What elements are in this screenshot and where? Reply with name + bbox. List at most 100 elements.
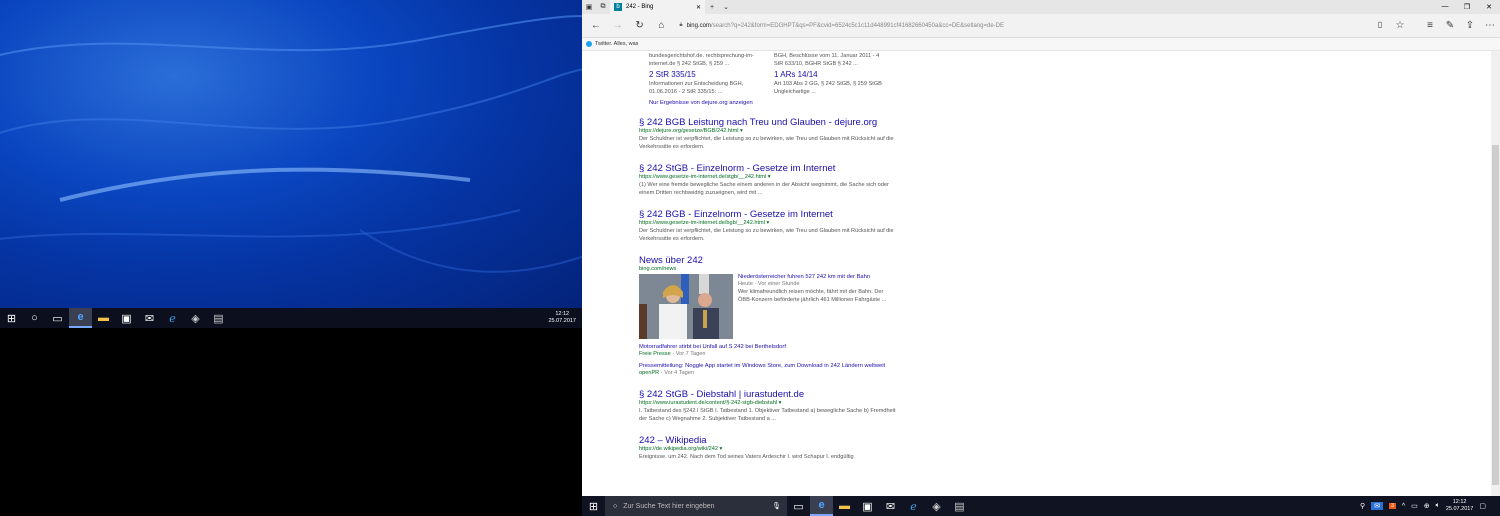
news-image[interactable]: [639, 274, 733, 339]
result-url: https://www.gesetze-im-internet.de/stgb/…: [639, 174, 767, 180]
favorite-link[interactable]: Twitter. Alles, was: [595, 41, 638, 47]
result-title[interactable]: § 242 BGB - Einzelnorm - Gesetze im Inte…: [639, 209, 899, 220]
more-icon[interactable]: ⋯: [1480, 20, 1500, 31]
news-item: Pressemitteilung: Noggle App startet im …: [639, 363, 899, 377]
windows-start-icon[interactable]: ⊞: [0, 308, 23, 328]
tab-title: 242 - Bing: [626, 4, 654, 10]
clock-time: 12:12: [1452, 499, 1467, 505]
twitter-icon: [586, 41, 592, 47]
store-icon[interactable]: ▣: [115, 308, 138, 328]
dejure-card-text: Art 103 Abs 2 GG, § 242 StGB, § 259 StGB…: [774, 81, 882, 95]
reading-view-icon[interactable]: ▯: [1370, 20, 1390, 31]
windows-start-icon[interactable]: ⊞: [582, 496, 605, 516]
task-view-icon[interactable]: ▭: [787, 496, 810, 516]
close-window-icon[interactable]: ✕: [1478, 3, 1500, 11]
edge-icon[interactable]: e: [69, 308, 92, 328]
edge-icon[interactable]: e: [810, 496, 833, 516]
refresh-icon[interactable]: ↻: [630, 20, 650, 31]
tab-preview-icon[interactable]: ⌄: [719, 3, 733, 11]
result-snippet: Der Schuldner ist verpflichtet, die Leis…: [639, 228, 894, 242]
taskbar-clock[interactable]: 12:12 25.07.2017: [1446, 499, 1474, 513]
desktop-wallpaper: [0, 0, 582, 308]
news-item-age: Vor 7 Tagen: [675, 351, 706, 357]
clock-date: 25.07.2017: [1445, 506, 1474, 512]
tab-bar: ▣ ⧉ b 242 - Bing ✕ + ⌄ — ❐ ✕: [582, 0, 1500, 14]
minimize-icon[interactable]: —: [1434, 3, 1456, 11]
scrollbar-thumb[interactable]: [1492, 145, 1499, 485]
news-item-source: openPR: [639, 370, 660, 376]
tabs-aside-icon[interactable]: ▣: [582, 3, 596, 11]
mail-icon[interactable]: ✉: [138, 308, 161, 328]
dejure-cards: bundesgerichtshof.de. rechtsprechung-im-…: [649, 52, 899, 96]
new-tab-icon[interactable]: +: [705, 4, 719, 11]
file-explorer-icon[interactable]: ▬: [833, 496, 856, 516]
show-tabs-icon[interactable]: ⧉: [596, 3, 610, 11]
news-item-link[interactable]: Pressemitteilung: Noggle App startet im …: [639, 363, 899, 370]
result-snippet: I. Tatbestand des §242 I StGB I. Tatbest…: [639, 408, 896, 422]
network-icon[interactable]: ⊕: [1424, 502, 1430, 510]
notepad-icon[interactable]: ▤: [207, 308, 230, 328]
hub-icon[interactable]: ≡: [1420, 20, 1440, 31]
edge-browser-window: ▣ ⧉ b 242 - Bing ✕ + ⌄ — ❐ ✕ ← → ↻ ⌂ 🔒︎ …: [582, 0, 1500, 496]
close-tab-icon[interactable]: ✕: [696, 4, 705, 11]
outlook-icon[interactable]: ✉: [1371, 502, 1384, 510]
web-note-icon[interactable]: ✎: [1440, 20, 1460, 31]
result-item: § 242 StGB - Diebstahl | iurastudent.de …: [639, 389, 899, 423]
search-icon[interactable]: ⚲: [1360, 502, 1365, 510]
black-region: [0, 328, 582, 516]
favorites-bar: Twitter. Alles, was: [582, 38, 1500, 51]
keyboard-icon[interactable]: ▭: [1411, 502, 1418, 510]
news-item-age: Vor 4 Tagen: [664, 370, 694, 376]
notepad-icon[interactable]: ▤: [948, 496, 971, 516]
clock-date: 25.07.2017: [548, 318, 576, 324]
dejure-top-right: BGH, Beschlüsse vom 11. Januar 2011 - 4 …: [774, 53, 880, 67]
cortana-circle-icon[interactable]: ○: [23, 308, 46, 328]
share-icon[interactable]: ⇪: [1460, 20, 1480, 31]
right-taskbar: ⊞ ○ Zur Suche Text hier eingeben 🎙︎ ▭ e …: [582, 496, 1500, 516]
task-view-icon[interactable]: ▭: [46, 308, 69, 328]
tab-active[interactable]: b 242 - Bing ✕: [610, 0, 705, 14]
url-path: /search?q=242&form=EDGHPT&qs=PF&cvid=652…: [710, 22, 1005, 29]
store-icon[interactable]: ▣: [856, 496, 879, 516]
mail-icon[interactable]: ✉: [879, 496, 902, 516]
address-bar[interactable]: 🔒︎ bing.com/search?q=242&form=EDGHPT&qs=…: [673, 17, 1368, 35]
result-item: 242 – Wikipedia https://de.wikipedia.org…: [639, 435, 899, 461]
news-main-link[interactable]: Niederösterreicher fuhren 527 242 km mit…: [738, 274, 888, 281]
result-url: https://de.wikipedia.org/wiki/242: [639, 446, 718, 452]
ie-icon[interactable]: ℯ: [161, 308, 184, 328]
news-main-snippet: Wer klimafreundlich reisen möchte, fährt…: [738, 289, 887, 303]
microphone-icon[interactable]: 🎙︎: [772, 502, 787, 510]
volume-icon[interactable]: 🔈︎: [1436, 502, 1440, 510]
app-icon[interactable]: ◈: [925, 496, 948, 516]
forward-icon[interactable]: →: [608, 20, 628, 31]
news-title[interactable]: News über 242: [639, 255, 899, 266]
favorite-star-icon[interactable]: ☆: [1390, 20, 1410, 31]
left-taskbar: ⊞ ○ ▭ e ▬ ▣ ✉ ℯ ◈ ▤ 12:12 25.07.2017: [0, 308, 582, 328]
app-icon[interactable]: ◈: [184, 308, 207, 328]
clock-time: 12:12: [555, 311, 570, 317]
result-title[interactable]: § 242 BGB Leistung nach Treu und Glauben…: [639, 117, 899, 128]
mail-badge: 3: [1389, 503, 1396, 509]
bing-favicon-icon: b: [614, 3, 622, 11]
restore-icon[interactable]: ❐: [1456, 3, 1478, 11]
file-explorer-icon[interactable]: ▬: [92, 308, 115, 328]
news-item-link[interactable]: Motorradfahrer stirbt bei Unfall auf S 2…: [639, 344, 899, 351]
result-title[interactable]: § 242 StGB - Einzelnorm - Gesetze im Int…: [639, 163, 899, 174]
dejure-more-link[interactable]: Nur Ergebnisse von dejure.org anzeigen: [649, 100, 899, 107]
taskbar-clock[interactable]: 12:12 25.07.2017: [548, 311, 582, 325]
home-icon[interactable]: ⌂: [652, 20, 672, 31]
dejure-card-title[interactable]: 1 ARs 14/14: [774, 70, 889, 80]
chevron-up-icon[interactable]: ^: [1402, 503, 1405, 510]
news-item: Motorradfahrer stirbt bei Unfall auf S 2…: [639, 344, 899, 358]
lock-icon: 🔒︎: [679, 22, 683, 28]
url-domain: bing.com: [686, 22, 711, 29]
cortana-search-box[interactable]: ○ Zur Suche Text hier eingeben 🎙︎: [605, 496, 787, 516]
dejure-card-title[interactable]: 2 StR 335/15: [649, 70, 764, 80]
back-icon[interactable]: ←: [586, 20, 606, 31]
search-results: bundesgerichtshof.de. rechtsprechung-im-…: [639, 51, 899, 461]
ie-icon[interactable]: ℯ: [902, 496, 925, 516]
result-title[interactable]: 242 – Wikipedia: [639, 435, 899, 446]
action-center-icon[interactable]: ▢: [1479, 502, 1486, 510]
result-title[interactable]: § 242 StGB - Diebstahl | iurastudent.de: [639, 389, 899, 400]
dejure-top-left: bundesgerichtshof.de. rechtsprechung-im-…: [649, 53, 754, 67]
